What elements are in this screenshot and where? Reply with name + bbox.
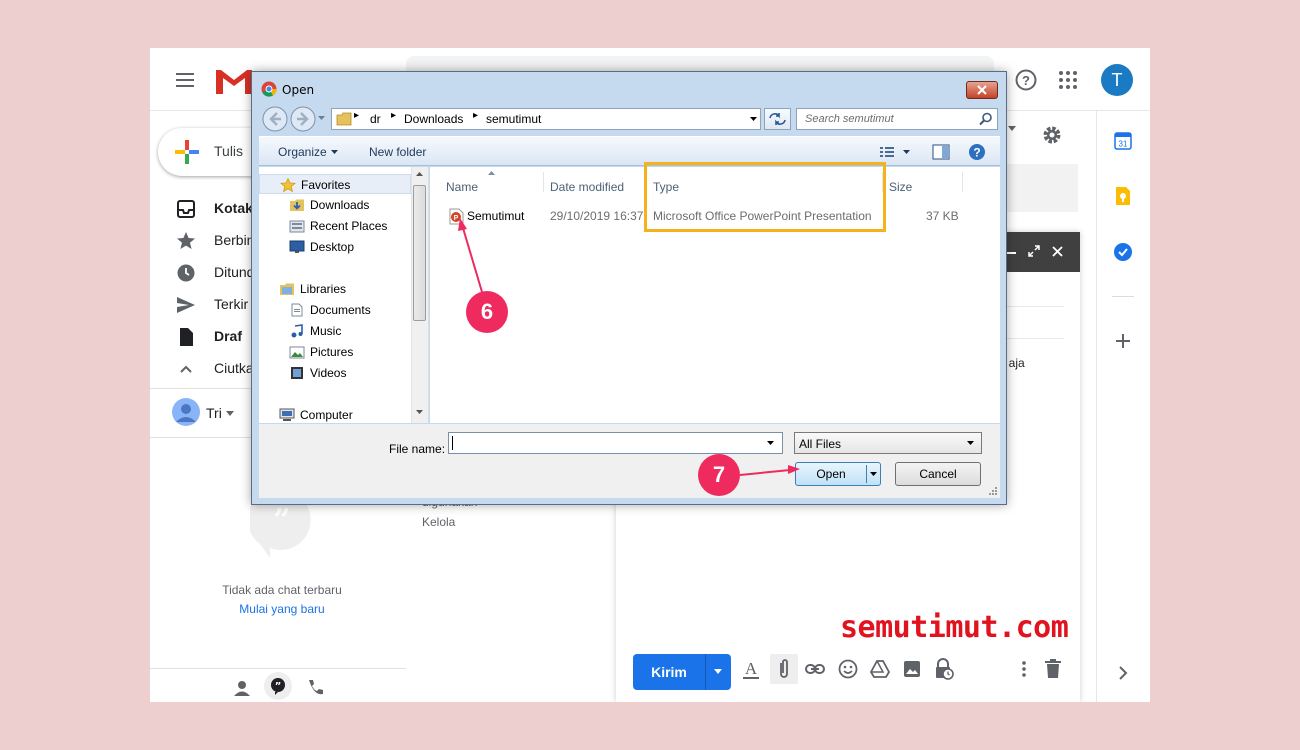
annotation-arrows bbox=[458, 218, 800, 476]
step6-arrowhead bbox=[458, 218, 467, 231]
step-6-badge: 6 bbox=[466, 291, 508, 333]
step6-arrow-line bbox=[462, 227, 483, 293]
step7-arrow-line bbox=[739, 469, 791, 476]
step7-arrowhead bbox=[788, 465, 800, 474]
step-7-badge: 7 bbox=[698, 454, 740, 496]
